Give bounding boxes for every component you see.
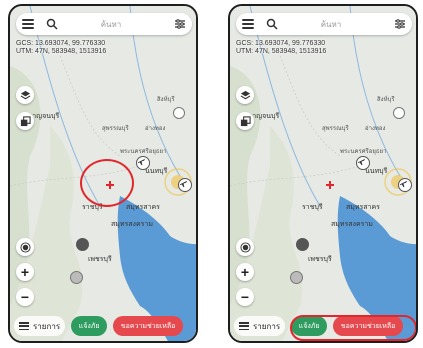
map-label: นนทบุรี: [365, 168, 388, 175]
map-label: เพชรบุรี: [308, 256, 332, 263]
stack-icon: [240, 115, 251, 126]
stack-icon: [20, 115, 31, 126]
search-bar[interactable]: ค้นหา: [236, 13, 412, 35]
list-icon: [19, 322, 29, 330]
filter-icon[interactable]: [174, 18, 186, 30]
search-input[interactable]: ค้นหา: [268, 18, 394, 31]
map-label: อ่างทอง: [145, 126, 166, 132]
list-icon: [239, 322, 249, 330]
zoom-in-button[interactable]: +: [16, 263, 34, 281]
report-hazard-button[interactable]: แจ้งภัย: [291, 316, 328, 336]
map-label: สิงห์บุรี: [157, 97, 175, 103]
search-input[interactable]: ค้นหา: [48, 18, 174, 31]
stack-button[interactable]: [16, 112, 34, 130]
list-button[interactable]: รายการ: [234, 316, 286, 336]
map-canvas: [10, 6, 196, 341]
list-label: รายการ: [33, 321, 61, 331]
airport-icon[interactable]: [356, 156, 370, 170]
airport-icon[interactable]: [398, 178, 412, 192]
request-help-button[interactable]: ขอความช่วยเหลือ: [113, 316, 184, 336]
layers-button[interactable]: [16, 86, 34, 104]
location-pin-icon[interactable]: [393, 107, 405, 119]
storm-icon[interactable]: [290, 271, 303, 284]
map-label: สมุทรสงคราม: [111, 221, 153, 228]
storm-icon[interactable]: [296, 238, 309, 251]
map-view[interactable]: สิงห์บุรี สุพรรณบุรี อ่างทอง พระนครศรีอย…: [230, 6, 416, 341]
coords-utm: UTM: 47N, 583948, 1513916: [236, 48, 327, 55]
airport-icon[interactable]: [178, 178, 192, 192]
zoom-out-icon: −: [240, 289, 250, 305]
layers-icon: [20, 90, 30, 99]
layers-button[interactable]: [236, 86, 254, 104]
filter-icon[interactable]: [394, 18, 406, 30]
zoom-out-button[interactable]: −: [236, 288, 254, 306]
coords-utm: UTM: 47N, 583948, 1513916: [16, 48, 107, 55]
map-label: พระนครศรีอยุธยา: [120, 149, 167, 155]
map-label: พระนครศรีอยุธยา: [340, 149, 387, 155]
list-button[interactable]: รายการ: [14, 316, 66, 336]
location-icon: [19, 241, 31, 253]
zoom-in-button[interactable]: +: [236, 263, 254, 281]
map-label: สุพรรณบุรี: [102, 126, 129, 132]
map-view[interactable]: สิงห์บุรี สุพรรณบุรี อ่างทอง พระนครศรีอย…: [10, 6, 196, 341]
coords-gcs: GCS: 13.693074, 99.776330: [236, 40, 326, 47]
menu-icon[interactable]: [242, 19, 254, 29]
map-label: สุพรรณบุรี: [322, 126, 349, 132]
menu-icon[interactable]: [22, 19, 34, 29]
zoom-out-button[interactable]: −: [16, 288, 34, 306]
layers-icon: [240, 90, 250, 99]
phone-screen-left: สิงห์บุรี สุพรรณบุรี อ่างทอง พระนครศรีอย…: [8, 4, 198, 343]
coords-gcs: GCS: 13.693074, 99.776330: [16, 40, 106, 47]
coordinates-readout: GCS: 13.693074, 99.776330 UTM: 47N, 5839…: [236, 40, 326, 56]
zoom-in-icon: +: [20, 264, 30, 280]
list-label: รายการ: [253, 321, 281, 331]
map-label: ราชบุรี: [82, 204, 103, 211]
map-crosshair: [326, 181, 334, 189]
map-label: สมุทรสาคร: [346, 204, 380, 211]
report-hazard-button[interactable]: แจ้งภัย: [71, 316, 108, 336]
map-label: เพชรบุรี: [88, 256, 112, 263]
map-label: สมุทรสงคราม: [331, 221, 373, 228]
zoom-in-icon: +: [240, 264, 250, 280]
stack-button[interactable]: [236, 112, 254, 130]
storm-icon[interactable]: [70, 271, 83, 284]
map-canvas: [230, 6, 416, 341]
map-label: ราชบุรี: [302, 204, 323, 211]
map-label: สิงห์บุรี: [377, 97, 395, 103]
map-label: อ่างทอง: [365, 126, 386, 132]
locate-button[interactable]: [16, 238, 34, 256]
location-pin-icon[interactable]: [173, 107, 185, 119]
map-label: สมุทรสาคร: [126, 204, 160, 211]
phone-screen-right: สิงห์บุรี สุพรรณบุรี อ่างทอง พระนครศรีอย…: [228, 4, 418, 343]
bottom-action-bar: รายการ แจ้งภัย ขอความช่วยเหลือ: [10, 311, 196, 341]
locate-button[interactable]: [236, 238, 254, 256]
map-crosshair: [106, 181, 114, 189]
coordinates-readout: GCS: 13.693074, 99.776330 UTM: 47N, 5839…: [16, 40, 106, 56]
location-icon: [239, 241, 251, 253]
search-bar[interactable]: ค้นหา: [16, 13, 192, 35]
request-help-button[interactable]: ขอความช่วยเหลือ: [333, 316, 404, 336]
storm-icon[interactable]: [76, 238, 89, 251]
map-label: นนทบุรี: [145, 168, 168, 175]
bottom-action-bar: รายการ แจ้งภัย ขอความช่วยเหลือ: [230, 311, 416, 341]
airport-icon[interactable]: [136, 156, 150, 170]
zoom-out-icon: −: [20, 289, 30, 305]
